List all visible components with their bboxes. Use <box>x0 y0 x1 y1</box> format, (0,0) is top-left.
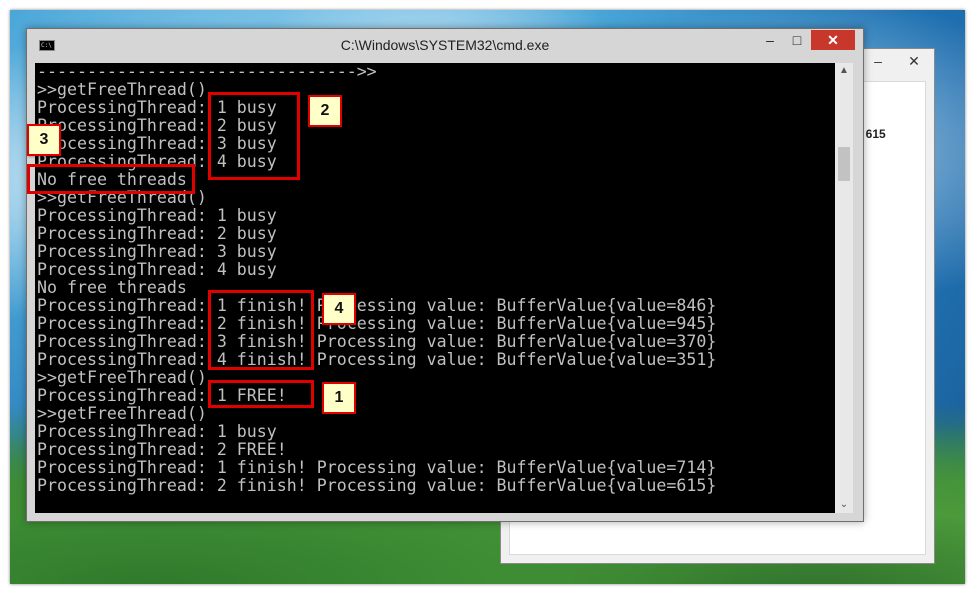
minimize-button[interactable]: – <box>757 30 783 50</box>
console-lines: -------------------------------->> >>getF… <box>37 63 716 495</box>
bg-minimize-button[interactable]: – <box>863 51 893 71</box>
console-line: ProcessingThread: 3 busy <box>37 134 277 153</box>
console-line: ProcessingThread: 2 busy <box>37 116 277 135</box>
annotation-box-busy <box>208 92 300 180</box>
console-line: ProcessingThread: 2 FREE! <box>37 440 287 459</box>
annotation-box-no-free <box>27 164 195 194</box>
console-line: ProcessingThread: 1 finish! Processing v… <box>37 296 717 315</box>
console-line: ProcessingThread: 1 busy <box>37 206 277 225</box>
annotation-box-free <box>208 380 314 408</box>
console-line: ProcessingThread: 2 finish! Processing v… <box>37 476 717 495</box>
console-line: >>getFreeThread() <box>37 368 207 387</box>
console-line: ProcessingThread: 1 FREE! <box>37 386 287 405</box>
cmd-window[interactable]: C:\ C:\Windows\SYSTEM32\cmd.exe – □ ✕ --… <box>26 28 864 522</box>
annotation-badge-1: 1 <box>322 382 356 414</box>
console-line: ProcessingThread: 2 busy <box>37 224 277 243</box>
console-line: -------------------------------->> <box>37 63 377 81</box>
maximize-button[interactable]: □ <box>784 30 810 50</box>
console-line: ProcessingThread: 4 busy <box>37 260 277 279</box>
annotation-badge-4: 4 <box>322 293 356 325</box>
scroll-up-icon[interactable]: ▲ <box>835 63 853 79</box>
bg-close-button[interactable]: ✕ <box>899 51 929 71</box>
console-line: No free threads <box>37 278 187 297</box>
console-line: ProcessingThread: 1 finish! Processing v… <box>37 458 717 477</box>
title-bar[interactable]: C:\ C:\Windows\SYSTEM32\cmd.exe – □ ✕ <box>27 29 863 63</box>
console-line: ProcessingThread: 1 busy <box>37 98 277 117</box>
window-title: C:\Windows\SYSTEM32\cmd.exe <box>340 37 550 53</box>
annotation-box-finish <box>208 290 314 370</box>
console-line: >>getFreeThread() <box>37 80 207 99</box>
console-line: ProcessingThread: 3 busy <box>37 242 277 261</box>
close-button[interactable]: ✕ <box>811 30 855 50</box>
annotation-badge-3: 3 <box>27 124 61 156</box>
console-line: ProcessingThread: 4 finish! Processing v… <box>37 350 717 369</box>
console-line: >>getFreeThread() <box>37 404 207 423</box>
scroll-down-icon[interactable]: ⌄ <box>835 497 853 513</box>
console-line: ProcessingThread: 1 busy <box>37 422 277 441</box>
scroll-thumb[interactable] <box>838 147 850 181</box>
console-line: ProcessingThread: 2 finish! Processing v… <box>37 314 717 333</box>
console-line: ProcessingThread: 3 finish! Processing v… <box>37 332 717 351</box>
vertical-scrollbar[interactable]: ▲ ⌄ <box>835 63 853 513</box>
console-output[interactable]: -------------------------------->> >>getF… <box>35 63 835 513</box>
annotation-badge-2: 2 <box>308 95 342 127</box>
